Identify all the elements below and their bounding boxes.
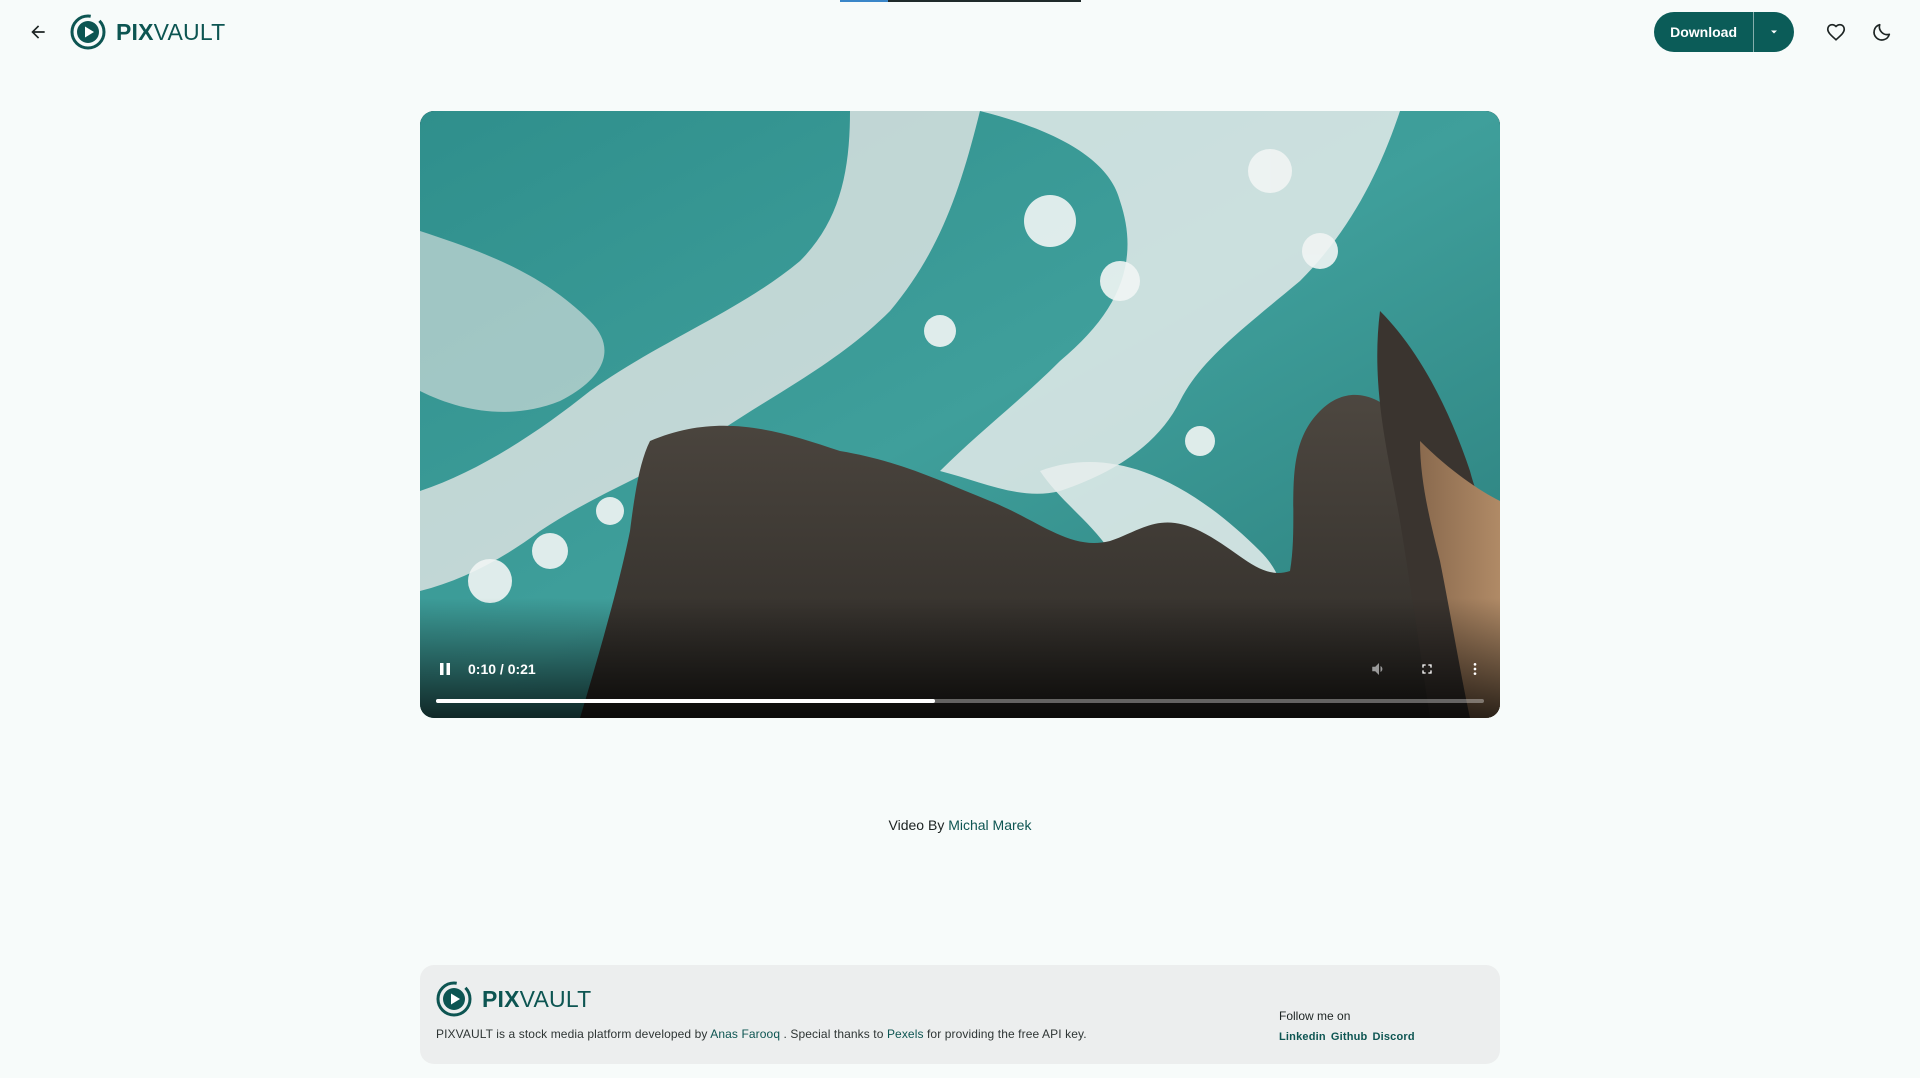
download-button[interactable]: Download xyxy=(1654,12,1753,52)
social-links: Linkedin Github Discord xyxy=(1279,1031,1415,1043)
footer: PIXVAULT PIXVAULT is a stock media platf… xyxy=(420,965,1500,1064)
logo-text-bold: PIX xyxy=(116,18,154,45)
pexels-link[interactable]: Pexels xyxy=(887,1027,924,1041)
developer-link[interactable]: Anas Farooq xyxy=(710,1027,780,1041)
linkedin-link[interactable]: Linkedin xyxy=(1279,1031,1326,1043)
download-options-button[interactable] xyxy=(1754,12,1794,52)
author-link[interactable]: Michal Marek xyxy=(948,817,1031,833)
back-button[interactable] xyxy=(18,12,58,52)
follow-section: Follow me on Linkedin Github Discord xyxy=(1279,1009,1415,1043)
more-options-button[interactable] xyxy=(1462,656,1488,682)
video-credit: Video By Michal Marek xyxy=(0,817,1920,833)
footer-desc-part1: PIXVAULT is a stock media platform devel… xyxy=(436,1027,708,1041)
credit-prefix: Video By xyxy=(888,817,945,833)
discord-link[interactable]: Discord xyxy=(1372,1031,1414,1043)
pause-icon xyxy=(440,663,450,675)
seek-bar[interactable] xyxy=(436,699,1484,703)
theme-toggle-button[interactable] xyxy=(1862,12,1902,52)
video-time: 0:10 / 0:21 xyxy=(468,661,536,677)
mute-button[interactable] xyxy=(1366,656,1392,682)
pause-button[interactable] xyxy=(432,656,458,682)
favorite-button[interactable] xyxy=(1816,12,1856,52)
video-player[interactable]: 0:10 / 0:21 xyxy=(420,111,1500,718)
footer-logo-text-bold: PIX xyxy=(482,985,520,1012)
heart-icon xyxy=(1826,23,1846,41)
logo-text-light: VAULT xyxy=(153,18,226,45)
fullscreen-button[interactable] xyxy=(1414,656,1440,682)
header-right: Download xyxy=(1654,12,1902,52)
arrow-back-icon xyxy=(31,25,45,39)
footer-description: PIXVAULT is a stock media platform devel… xyxy=(436,1027,1087,1041)
logo-icon xyxy=(436,981,472,1017)
footer-desc-part2: . Special thanks to xyxy=(783,1027,884,1041)
logo-text: PIXVAULT xyxy=(116,19,225,46)
caret-down-icon xyxy=(1771,30,1777,34)
footer-desc-part3: for providing the free API key. xyxy=(927,1027,1087,1041)
seek-bar-played xyxy=(436,699,936,703)
download-split-button: Download xyxy=(1654,12,1794,52)
volume-icon xyxy=(1372,663,1383,675)
moon-icon xyxy=(1873,23,1891,41)
footer-logo-text: PIXVAULT xyxy=(482,986,591,1013)
github-link[interactable]: Github xyxy=(1331,1031,1368,1043)
logo-icon xyxy=(70,14,106,50)
app-header: PIXVAULT Download xyxy=(0,0,1920,64)
video-controls: 0:10 / 0:21 xyxy=(420,648,1500,718)
header-left: PIXVAULT xyxy=(18,12,225,52)
footer-logo[interactable]: PIXVAULT xyxy=(436,981,591,1017)
follow-title: Follow me on xyxy=(1279,1009,1351,1023)
more-vert-icon xyxy=(1473,663,1477,675)
footer-logo-text-light: VAULT xyxy=(519,985,592,1012)
fullscreen-icon xyxy=(1422,664,1432,674)
logo[interactable]: PIXVAULT xyxy=(70,14,225,50)
